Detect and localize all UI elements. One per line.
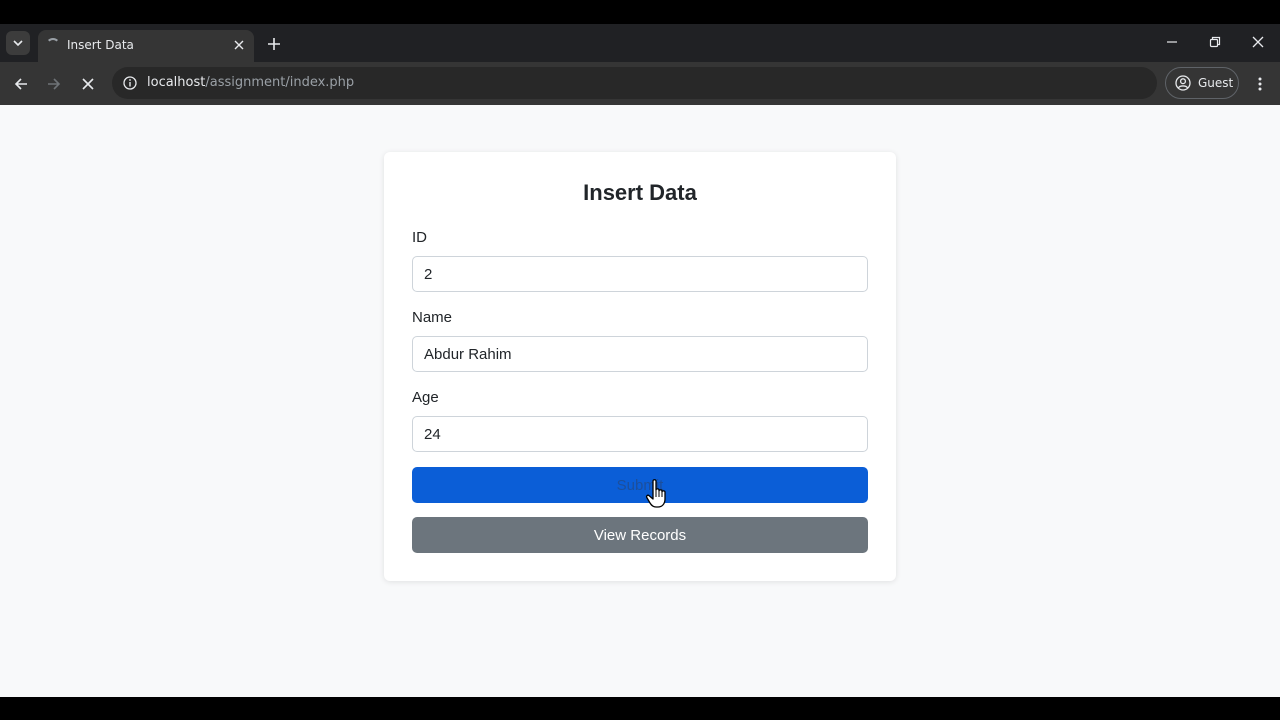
- url-host: localhost: [147, 75, 206, 90]
- hand-cursor-icon: [645, 479, 666, 508]
- stop-loading-button[interactable]: [75, 71, 101, 97]
- tab-close-button[interactable]: [230, 36, 248, 54]
- screen: Insert Data localhost/assignment/index.p…: [0, 0, 1280, 720]
- kebab-menu-icon: [1258, 77, 1262, 91]
- profile-icon: [1175, 75, 1191, 91]
- name-field[interactable]: [412, 336, 868, 372]
- close-icon: [234, 40, 244, 50]
- profile-button[interactable]: Guest: [1165, 67, 1239, 99]
- browser-toolbar: localhost/assignment/index.php Guest: [0, 62, 1280, 105]
- profile-label: Guest: [1198, 76, 1234, 90]
- page-viewport: Insert Data ID Name Age Submit View Reco…: [0, 105, 1280, 697]
- back-button[interactable]: [8, 71, 34, 97]
- back-arrow-icon: [14, 78, 27, 90]
- tab-insert-data[interactable]: Insert Data: [38, 30, 254, 62]
- url-path: /assignment/index.php: [205, 75, 355, 90]
- tab-title: Insert Data: [67, 38, 134, 52]
- tab-list-icon: [13, 40, 23, 47]
- restore-button[interactable]: [1201, 30, 1229, 54]
- insert-data-card: Insert Data ID Name Age Submit View Reco…: [384, 152, 896, 581]
- plus-icon: [268, 38, 280, 50]
- minimize-icon: [1167, 41, 1177, 43]
- close-window-button[interactable]: [1244, 30, 1272, 54]
- name-label: Name: [412, 309, 453, 326]
- url-text: localhost/assignment/index.php: [147, 75, 354, 90]
- site-info-button[interactable]: [120, 73, 140, 93]
- forward-button[interactable]: [41, 71, 67, 97]
- new-tab-button[interactable]: [262, 32, 286, 56]
- restore-icon: [1209, 36, 1221, 48]
- tab-strip: Insert Data: [0, 24, 1280, 62]
- minimize-button[interactable]: [1158, 30, 1186, 54]
- id-field[interactable]: [412, 256, 868, 292]
- age-field[interactable]: [412, 416, 868, 452]
- forward-arrow-icon: [48, 78, 61, 90]
- stop-icon: [82, 78, 94, 90]
- page-title: Insert Data: [583, 180, 697, 205]
- browser-menu-button[interactable]: [1249, 71, 1271, 97]
- id-label: ID: [412, 229, 427, 246]
- view-records-button[interactable]: View Records: [412, 517, 868, 553]
- submit-button[interactable]: Submit: [412, 467, 868, 503]
- tab-list-button[interactable]: [6, 31, 30, 55]
- close-window-icon: [1252, 36, 1264, 48]
- loading-spinner-icon: [46, 38, 60, 52]
- age-label: Age: [412, 389, 439, 406]
- address-bar[interactable]: localhost/assignment/index.php: [112, 67, 1157, 99]
- site-info-icon: [123, 76, 137, 90]
